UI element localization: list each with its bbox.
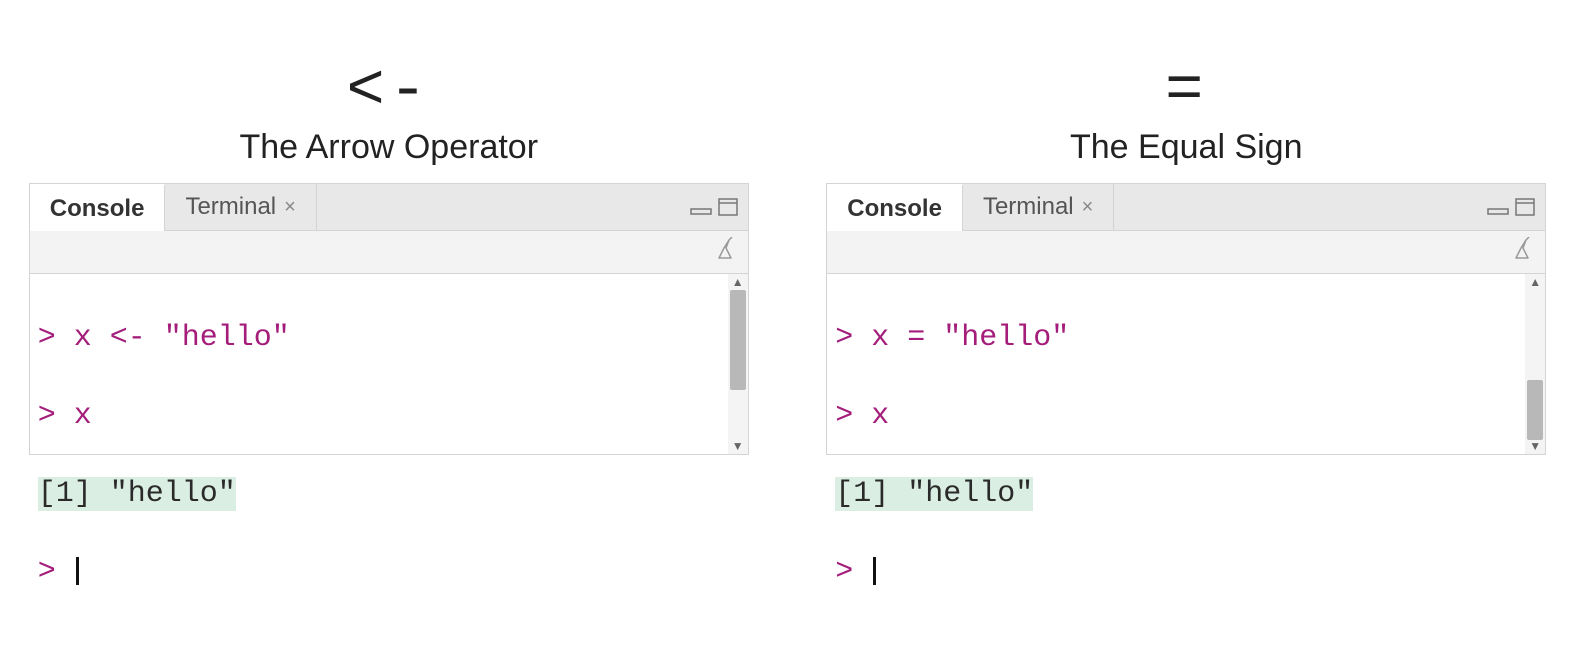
text-cursor — [76, 557, 79, 585]
right-code-body[interactable]: > x = "hello" > x [1] "hello" > — [827, 274, 1525, 454]
output-line: [1] "hello" — [38, 477, 236, 511]
tab-console[interactable]: Console — [30, 184, 166, 231]
code-line-1: x <- "hello" — [74, 321, 290, 355]
tab-terminal-label: Terminal — [983, 193, 1074, 221]
tab-terminal[interactable]: Terminal × — [165, 184, 316, 230]
tab-console[interactable]: Console — [827, 184, 963, 231]
code-line-1: x = "hello" — [871, 321, 1069, 355]
equal-sign-column: = The Equal Sign Console Terminal × — [826, 60, 1546, 455]
scroll-up-icon[interactable]: ▲ — [732, 276, 744, 288]
code-line-2: x — [74, 399, 92, 433]
maximize-pane-icon[interactable] — [1515, 198, 1535, 216]
prompt: > — [835, 321, 871, 355]
left-code-area[interactable]: > x <- "hello" > x [1] "hello" > ▲ ▼ — [30, 274, 748, 454]
tab-console-label: Console — [847, 195, 942, 223]
code-line-2: x — [871, 399, 889, 433]
pane-window-controls — [1477, 184, 1545, 230]
pane-window-controls — [680, 184, 748, 230]
equal-symbol: = — [1165, 60, 1207, 124]
minimize-pane-icon[interactable] — [1487, 199, 1509, 215]
prompt: > — [835, 555, 871, 589]
prompt: > — [38, 321, 74, 355]
equal-title: The Equal Sign — [1070, 128, 1303, 167]
close-icon[interactable]: × — [284, 197, 296, 217]
prompt: > — [38, 399, 74, 433]
scroll-thumb[interactable] — [730, 290, 746, 390]
arrow-symbol: <- — [346, 60, 431, 124]
right-tabbar: Console Terminal × — [827, 184, 1545, 231]
output-line: [1] "hello" — [835, 477, 1033, 511]
right-console-toolbar — [827, 231, 1545, 274]
scroll-down-icon[interactable]: ▼ — [732, 440, 744, 452]
maximize-pane-icon[interactable] — [718, 198, 738, 216]
arrow-operator-column: <- The Arrow Operator Console Terminal × — [29, 60, 749, 455]
prompt: > — [835, 399, 871, 433]
close-icon[interactable]: × — [1082, 197, 1094, 217]
tab-terminal[interactable]: Terminal × — [963, 184, 1114, 230]
broom-icon[interactable] — [712, 237, 738, 268]
minimize-pane-icon[interactable] — [690, 199, 712, 215]
vertical-scrollbar[interactable]: ▲ ▼ — [728, 274, 748, 454]
tab-console-label: Console — [50, 195, 145, 223]
prompt: > — [38, 555, 74, 589]
left-console-panel: Console Terminal × — [29, 183, 749, 455]
right-console-panel: Console Terminal × — [826, 183, 1546, 455]
text-cursor — [873, 557, 876, 585]
right-code-area[interactable]: > x = "hello" > x [1] "hello" > ▲ ▼ — [827, 274, 1545, 454]
left-console-toolbar — [30, 231, 748, 274]
arrow-title: The Arrow Operator — [239, 128, 538, 167]
left-tabbar: Console Terminal × — [30, 184, 748, 231]
tab-terminal-label: Terminal — [185, 193, 276, 221]
left-code-body[interactable]: > x <- "hello" > x [1] "hello" > — [30, 274, 728, 454]
scroll-up-icon[interactable]: ▲ — [1529, 276, 1541, 288]
broom-icon[interactable] — [1509, 237, 1535, 268]
vertical-scrollbar[interactable]: ▲ ▼ — [1525, 274, 1545, 454]
comparison-row: <- The Arrow Operator Console Terminal × — [0, 0, 1575, 465]
scroll-thumb[interactable] — [1527, 380, 1543, 440]
scroll-down-icon[interactable]: ▼ — [1529, 440, 1541, 452]
